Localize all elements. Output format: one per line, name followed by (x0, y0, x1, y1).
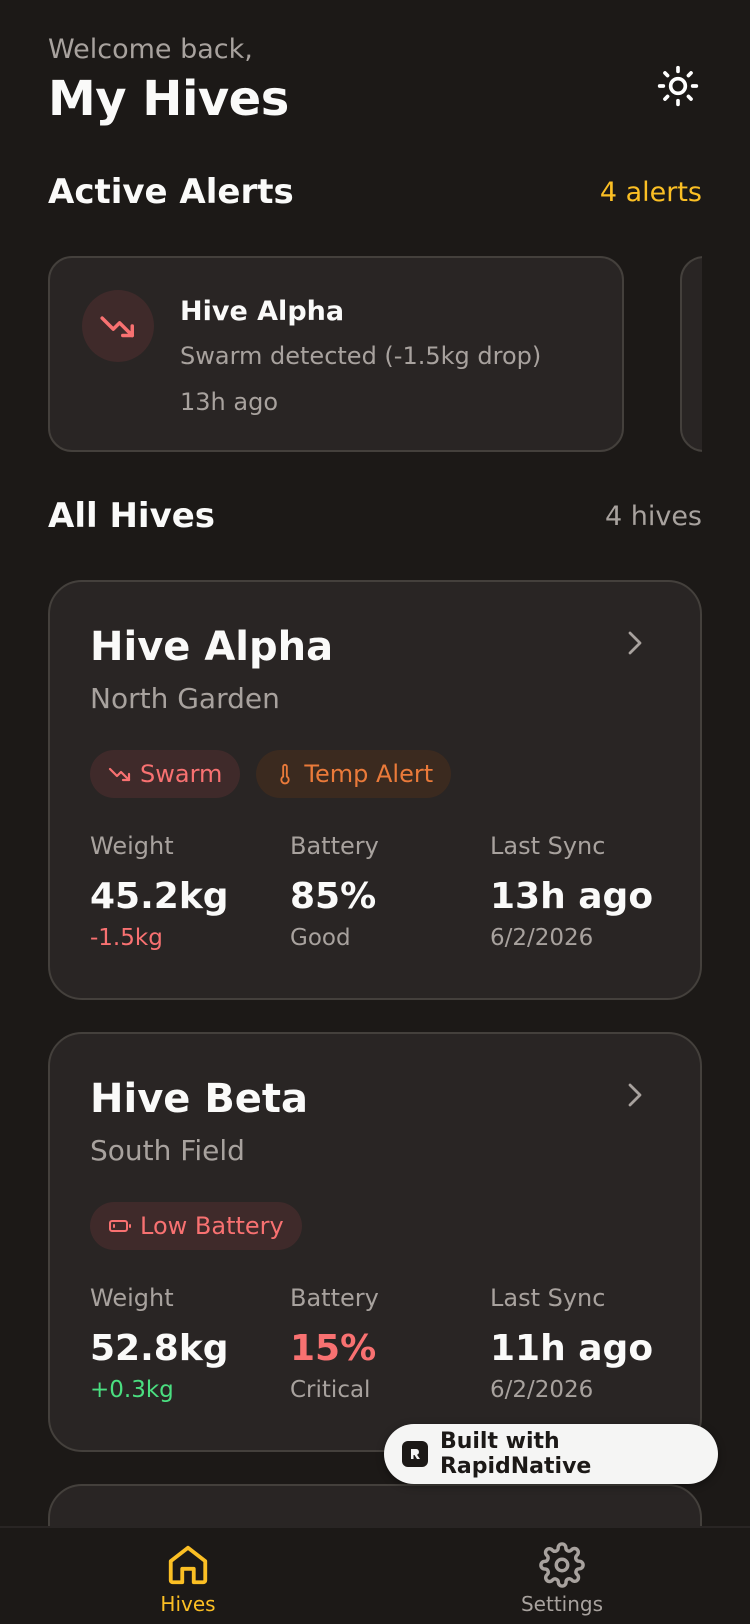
badge-label: Low Battery (140, 1212, 284, 1240)
battery-value: 15% (290, 1328, 377, 1369)
battery-label: Battery (290, 832, 379, 860)
weight-label: Weight (90, 1284, 174, 1312)
sun-icon (657, 65, 699, 107)
thermometer-icon (280, 763, 290, 785)
battery-status: Critical (290, 1377, 371, 1403)
chevron-right-icon (628, 631, 642, 655)
swarm-badge: Swarm (90, 750, 241, 798)
trending-down-icon (108, 767, 131, 782)
weight-change: +0.3kg (90, 1377, 174, 1403)
temp-alert-badge: Temp Alert (256, 750, 452, 798)
hive-location: North Garden (90, 682, 280, 715)
hives-count: 4 hives (604, 500, 702, 532)
low-battery-badge: Low Battery (90, 1202, 302, 1250)
hives-section-title: All Hives (48, 496, 216, 536)
trending-down-icon (100, 316, 134, 338)
hive-name: Hive Alpha (90, 624, 334, 670)
battery-stat: Battery 85% Good (290, 832, 379, 951)
rapidnative-label: Built with RapidNative (439, 1429, 592, 1479)
rapidnative-logo-icon (402, 1441, 428, 1467)
alerts-section-header: Active Alerts 4 alerts (48, 172, 702, 212)
home-icon (168, 1545, 208, 1585)
tab-settings[interactable]: Settings (462, 1542, 662, 1616)
weight-value: 52.8kg (90, 1328, 229, 1369)
battery-label: Battery (290, 1284, 379, 1312)
sync-stat: Last Sync 11h ago 6/2/2026 (490, 1284, 653, 1403)
alert-card-next[interactable] (680, 256, 702, 452)
alerts-carousel[interactable]: Hive Alpha Swarm detected (-1.5kg drop) … (0, 240, 702, 470)
hive-badges: Low Battery (90, 1202, 302, 1250)
theme-toggle-button[interactable] (652, 60, 704, 112)
alert-icon-badge (82, 290, 154, 362)
alert-message: Swarm detected (-1.5kg drop) (180, 342, 542, 370)
gear-icon (539, 1542, 585, 1588)
page-header: Welcome back, My Hives (48, 34, 289, 127)
battery-status: Good (290, 925, 351, 951)
hive-name: Hive Beta (90, 1076, 309, 1122)
weight-value: 45.2kg (90, 876, 229, 917)
page-title: My Hives (48, 71, 289, 127)
tab-label: Settings (520, 1592, 604, 1616)
hives-section-header: All Hives 4 hives (48, 496, 702, 536)
tab-hives[interactable]: Hives (88, 1542, 288, 1616)
hive-card[interactable]: Hive Alpha North Garden Swarm Temp Alert… (48, 580, 702, 1000)
sync-value: 13h ago (490, 876, 654, 917)
badge-label: Temp Alert (304, 760, 434, 788)
weight-stat: Weight 45.2kg -1.5kg (90, 832, 229, 951)
sync-label: Last Sync (490, 1284, 606, 1312)
chevron-right-icon (628, 1083, 642, 1107)
battery-low-icon (109, 1220, 131, 1232)
bottom-tab-bar: Hives Settings (0, 1526, 750, 1624)
sync-date: 6/2/2026 (490, 925, 594, 951)
alert-hive-name: Hive Alpha (180, 296, 345, 327)
sync-label: Last Sync (490, 832, 606, 860)
welcome-text: Welcome back, (48, 34, 253, 65)
weight-change: -1.5kg (90, 925, 163, 951)
sync-value: 11h ago (490, 1328, 654, 1369)
battery-value: 85% (290, 876, 377, 917)
alert-time: 13h ago (180, 388, 279, 416)
weight-stat: Weight 52.8kg +0.3kg (90, 1284, 229, 1403)
battery-stat: Battery 15% Critical (290, 1284, 379, 1403)
sync-stat: Last Sync 13h ago 6/2/2026 (490, 832, 653, 951)
badge-label: Swarm (140, 760, 223, 788)
alerts-section-title: Active Alerts (48, 172, 294, 212)
sync-date: 6/2/2026 (490, 1377, 594, 1403)
rapidnative-badge[interactable]: Built with RapidNative (384, 1424, 718, 1484)
hive-card[interactable]: Hive Beta South Field Low Battery Weight… (48, 1032, 702, 1452)
alerts-count-link[interactable]: 4 alerts (600, 177, 702, 208)
hive-location: South Field (90, 1134, 245, 1167)
tab-label: Hives (160, 1592, 216, 1616)
weight-label: Weight (90, 832, 174, 860)
hive-badges: Swarm Temp Alert (90, 750, 452, 798)
alert-card[interactable]: Hive Alpha Swarm detected (-1.5kg drop) … (48, 256, 624, 452)
